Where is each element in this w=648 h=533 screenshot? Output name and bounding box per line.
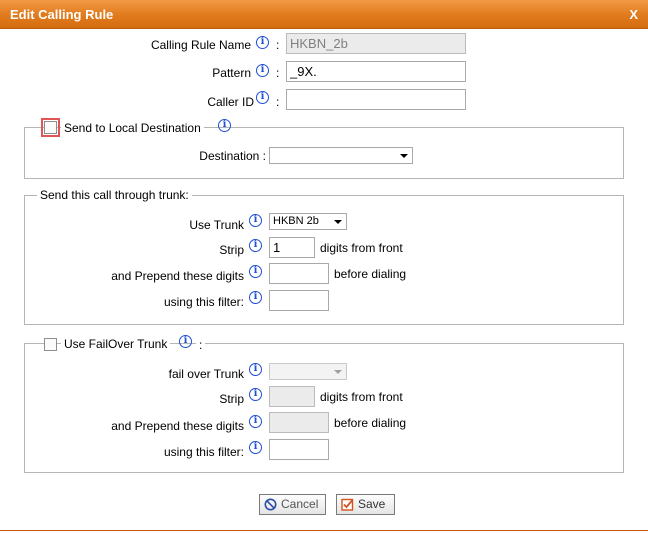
filter-input[interactable]	[269, 290, 329, 311]
chevron-down-icon	[400, 154, 408, 158]
send-local-info-icon[interactable]: i	[218, 119, 231, 132]
failover-strip-label: Strip	[219, 392, 244, 406]
filter-label: using this filter:	[163, 295, 244, 309]
strip-info-icon[interactable]: i	[249, 239, 262, 252]
chevron-down-icon	[334, 370, 342, 374]
chevron-down-icon	[334, 220, 342, 224]
failover-strip-input[interactable]	[269, 386, 315, 407]
use-trunk-info-icon[interactable]: i	[249, 214, 262, 227]
dialog-titlebar: Edit Calling Rule X	[0, 0, 648, 29]
failover-legend: Use FailOver Trunk	[61, 337, 171, 351]
rule-name-info-icon[interactable]: i	[256, 36, 269, 49]
callerid-info-icon[interactable]: i	[256, 91, 269, 104]
rule-name-label: Calling Rule Name	[150, 38, 251, 52]
strip-label: Strip	[219, 243, 244, 257]
failover-prepend-input[interactable]	[269, 412, 329, 433]
failover-info-icon[interactable]: i	[179, 335, 192, 348]
failover-filter-input[interactable]	[269, 439, 329, 460]
filter-info-icon[interactable]: i	[249, 291, 262, 304]
cancel-icon	[264, 498, 277, 511]
rule-name-input[interactable]	[286, 33, 466, 54]
failover-trunk-select[interactable]	[269, 363, 347, 380]
pattern-label: Pattern	[212, 66, 251, 80]
failover-prepend-label: and Prepend these digits	[111, 419, 244, 433]
send-local-checkbox[interactable]	[41, 118, 60, 137]
save-label: Save	[358, 497, 386, 511]
pattern-info-icon[interactable]: i	[256, 64, 269, 77]
dialog-body: Calling Rule Name i : Pattern i : Caller…	[0, 29, 648, 533]
strip-input[interactable]	[269, 237, 315, 258]
prepend-info-icon[interactable]: i	[249, 265, 262, 278]
failover-legend-colon: :	[196, 338, 206, 352]
failover-prepend-info-icon[interactable]: i	[249, 415, 262, 428]
dialog-title: Edit Calling Rule	[10, 7, 114, 22]
callerid-input[interactable]	[286, 89, 466, 110]
prepend-suffix: before dialing	[334, 267, 407, 281]
failover-prepend-suffix: before dialing	[334, 416, 407, 430]
colon: :	[276, 95, 280, 109]
trunk-legend: Send this call through trunk:	[37, 188, 192, 202]
close-button[interactable]: X	[629, 7, 638, 22]
failover-filter-info-icon[interactable]: i	[249, 441, 262, 454]
callerid-label: Caller ID	[207, 95, 254, 109]
colon: :	[276, 38, 280, 52]
prepend-input[interactable]	[269, 263, 329, 284]
cancel-label: Cancel	[281, 497, 319, 511]
colon: :	[276, 66, 280, 80]
cancel-button[interactable]: Cancel	[259, 494, 326, 515]
use-trunk-label: Use Trunk	[189, 218, 244, 232]
failover-trunk-info-icon[interactable]: i	[249, 363, 262, 376]
save-button[interactable]: Save	[336, 494, 395, 515]
failover-strip-suffix: digits from front	[320, 390, 403, 404]
failover-checkbox[interactable]	[44, 338, 57, 351]
prepend-label: and Prepend these digits	[111, 269, 244, 283]
failover-trunk-label: fail over Trunk	[168, 367, 244, 381]
strip-suffix: digits from front	[320, 241, 403, 255]
pattern-input[interactable]	[286, 61, 466, 82]
destination-label: Destination :	[199, 149, 266, 163]
destination-select[interactable]	[269, 147, 413, 164]
checkmark-icon	[341, 499, 354, 512]
send-local-label: Send to Local Destination	[61, 121, 204, 135]
failover-strip-info-icon[interactable]: i	[249, 388, 262, 401]
dialog-bottom-border	[0, 530, 648, 531]
use-trunk-select[interactable]: HKBN 2b	[269, 213, 347, 230]
use-trunk-value: HKBN 2b	[273, 215, 319, 227]
failover-filter-label: using this filter:	[163, 445, 244, 459]
